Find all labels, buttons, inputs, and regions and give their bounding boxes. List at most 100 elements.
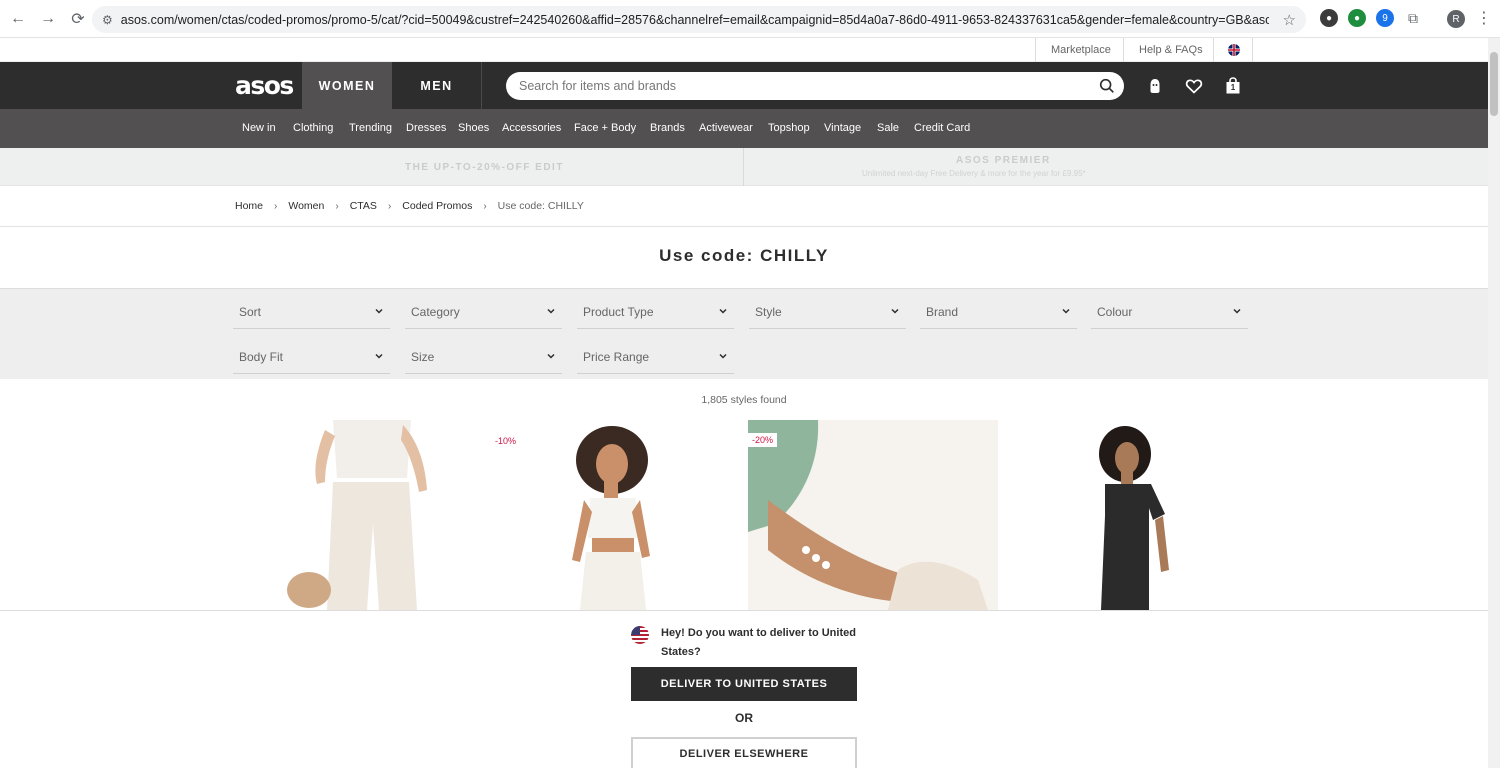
filter-label: Style: [755, 304, 782, 319]
discount-badge: -20%: [748, 433, 778, 447]
us-flag-icon: [631, 626, 649, 644]
extension-icon-1[interactable]: ●: [1320, 9, 1338, 27]
nav-trending[interactable]: Trending: [349, 109, 392, 148]
promo-divider: [743, 148, 744, 186]
filter-label: Category: [411, 304, 460, 319]
filter-body-fit[interactable]: Body Fit: [233, 340, 390, 374]
asos-logo[interactable]: asos: [235, 71, 294, 100]
product-card-3[interactable]: -20%: [748, 420, 998, 610]
breadcrumb-home[interactable]: Home: [235, 200, 263, 212]
tab-men[interactable]: MEN: [392, 62, 482, 109]
browser-menu-icon[interactable]: ⋮: [1476, 8, 1492, 28]
country-selector[interactable]: [1213, 38, 1253, 62]
back-icon[interactable]: ←: [4, 5, 32, 33]
divider: [0, 226, 1488, 227]
filter-size[interactable]: Size: [405, 340, 562, 374]
product-image: [748, 420, 998, 610]
reload-icon[interactable]: ⟳: [64, 5, 92, 33]
breadcrumb-separator: ›: [335, 200, 339, 212]
site-info-icon[interactable]: ⚙: [102, 13, 113, 27]
saved-items-heart-icon[interactable]: [1184, 76, 1204, 96]
filter-sort[interactable]: Sort: [233, 295, 390, 329]
filter-brand[interactable]: Brand: [920, 295, 1077, 329]
breadcrumb: Home › Women › CTAS › Coded Promos › Use…: [235, 200, 584, 212]
breadcrumb-separator: ›: [274, 200, 278, 212]
nav-face-body[interactable]: Face + Body: [574, 109, 636, 148]
browser-toolbar: ← → ⟳ ⚙ asos.com/women/ctas/coded-promos…: [0, 0, 1500, 38]
filter-label: Body Fit: [239, 349, 284, 364]
nav-activewear[interactable]: Activewear: [699, 109, 753, 148]
search-input[interactable]: Search for items and brands: [506, 72, 1124, 100]
marketplace-link[interactable]: Marketplace: [1035, 38, 1126, 62]
extension-icon-3[interactable]: 9: [1376, 9, 1394, 27]
filter-label: Brand: [926, 304, 959, 319]
nav-vintage[interactable]: Vintage: [824, 109, 861, 148]
breadcrumb-ctas[interactable]: CTAS: [350, 200, 377, 212]
filter-style[interactable]: Style: [749, 295, 906, 329]
product-image: [488, 420, 738, 610]
promo-premier-subtitle: Unlimited next-day Free Delivery & more …: [862, 169, 1086, 178]
filter-price-range[interactable]: Price Range: [577, 340, 734, 374]
filter-category[interactable]: Category: [405, 295, 562, 329]
breadcrumb-separator: ›: [387, 200, 392, 212]
deliver-elsewhere-button[interactable]: DELIVER ELSEWHERE: [631, 737, 857, 768]
category-nav: New in Clothing Trending Dresses Shoes A…: [0, 109, 1488, 148]
product-card-4[interactable]: [1003, 420, 1253, 610]
deliver-to-us-button[interactable]: DELIVER TO UNITED STATES: [631, 667, 857, 701]
chevron-down-icon: [375, 353, 383, 359]
nav-brands[interactable]: Brands: [650, 109, 685, 148]
filter-label: Product Type: [583, 304, 654, 319]
nav-credit-card[interactable]: Credit Card: [914, 109, 970, 148]
chevron-down-icon: [547, 353, 555, 359]
delivery-question: Hey! Do you want to deliver to United St…: [661, 627, 856, 658]
breadcrumb-coded-promos[interactable]: Coded Promos: [402, 200, 472, 212]
account-icon[interactable]: [1145, 76, 1165, 96]
main-header: asos WOMEN MEN Search for items and bran…: [0, 62, 1488, 109]
product-card-2[interactable]: -10%: [488, 420, 738, 610]
or-text: OR: [735, 711, 753, 725]
nav-shoes[interactable]: Shoes: [458, 109, 489, 148]
nav-dresses[interactable]: Dresses: [406, 109, 446, 148]
breadcrumb-separator: ›: [483, 200, 487, 212]
nav-accessories[interactable]: Accessories: [502, 109, 561, 148]
filter-colour[interactable]: Colour: [1091, 295, 1248, 329]
nav-clothing[interactable]: Clothing: [293, 109, 333, 148]
forward-icon[interactable]: →: [34, 5, 62, 33]
product-card-1[interactable]: [233, 420, 483, 610]
tab-women[interactable]: WOMEN: [302, 62, 392, 109]
chevron-down-icon: [375, 308, 383, 314]
filter-label: Price Range: [583, 349, 650, 364]
chevron-down-icon: [547, 308, 555, 314]
chevron-down-icon: [719, 353, 727, 359]
styles-found-count: 1,805 styles found: [701, 394, 787, 406]
bag-count: 1: [1230, 83, 1236, 92]
promo-edit-text: THE UP-TO-20%-OFF EDIT: [405, 162, 564, 173]
page-scrollbar[interactable]: [1488, 38, 1500, 768]
filter-label: Colour: [1097, 304, 1133, 319]
extensions-puzzle-icon[interactable]: ⧉: [1404, 9, 1422, 27]
profile-avatar[interactable]: R: [1447, 10, 1465, 28]
chevron-down-icon: [1062, 308, 1070, 314]
extension-badge: 9: [1382, 12, 1388, 24]
extension-icon-2[interactable]: ●: [1348, 9, 1366, 27]
product-image: [1003, 420, 1253, 610]
scrollbar-thumb[interactable]: [1490, 52, 1498, 116]
nav-topshop[interactable]: Topshop: [768, 109, 810, 148]
product-image: [233, 420, 483, 610]
address-bar[interactable]: ⚙ asos.com/women/ctas/coded-promos/promo…: [92, 6, 1306, 33]
search-icon[interactable]: [1098, 77, 1116, 95]
url-text: asos.com/women/ctas/coded-promos/promo-5…: [120, 12, 1269, 27]
promo-banner[interactable]: THE UP-TO-20%-OFF EDIT ASOS PREMIER Unli…: [0, 148, 1488, 186]
breadcrumb-women[interactable]: Women: [288, 200, 324, 212]
bookmark-star-icon[interactable]: ☆: [1283, 11, 1296, 29]
breadcrumb-current: Use code: CHILLY: [497, 200, 584, 212]
search-placeholder: Search for items and brands: [519, 79, 677, 93]
utility-bar: Marketplace Help & FAQs: [0, 38, 1488, 62]
filter-label: Sort: [239, 304, 262, 319]
nav-sale[interactable]: Sale: [877, 109, 899, 148]
filter-label: Size: [411, 349, 435, 364]
filter-product-type[interactable]: Product Type: [577, 295, 734, 329]
page-title: Use code: CHILLY: [659, 246, 829, 265]
nav-new-in[interactable]: New in: [242, 109, 276, 148]
help-faqs-link[interactable]: Help & FAQs: [1123, 38, 1218, 62]
